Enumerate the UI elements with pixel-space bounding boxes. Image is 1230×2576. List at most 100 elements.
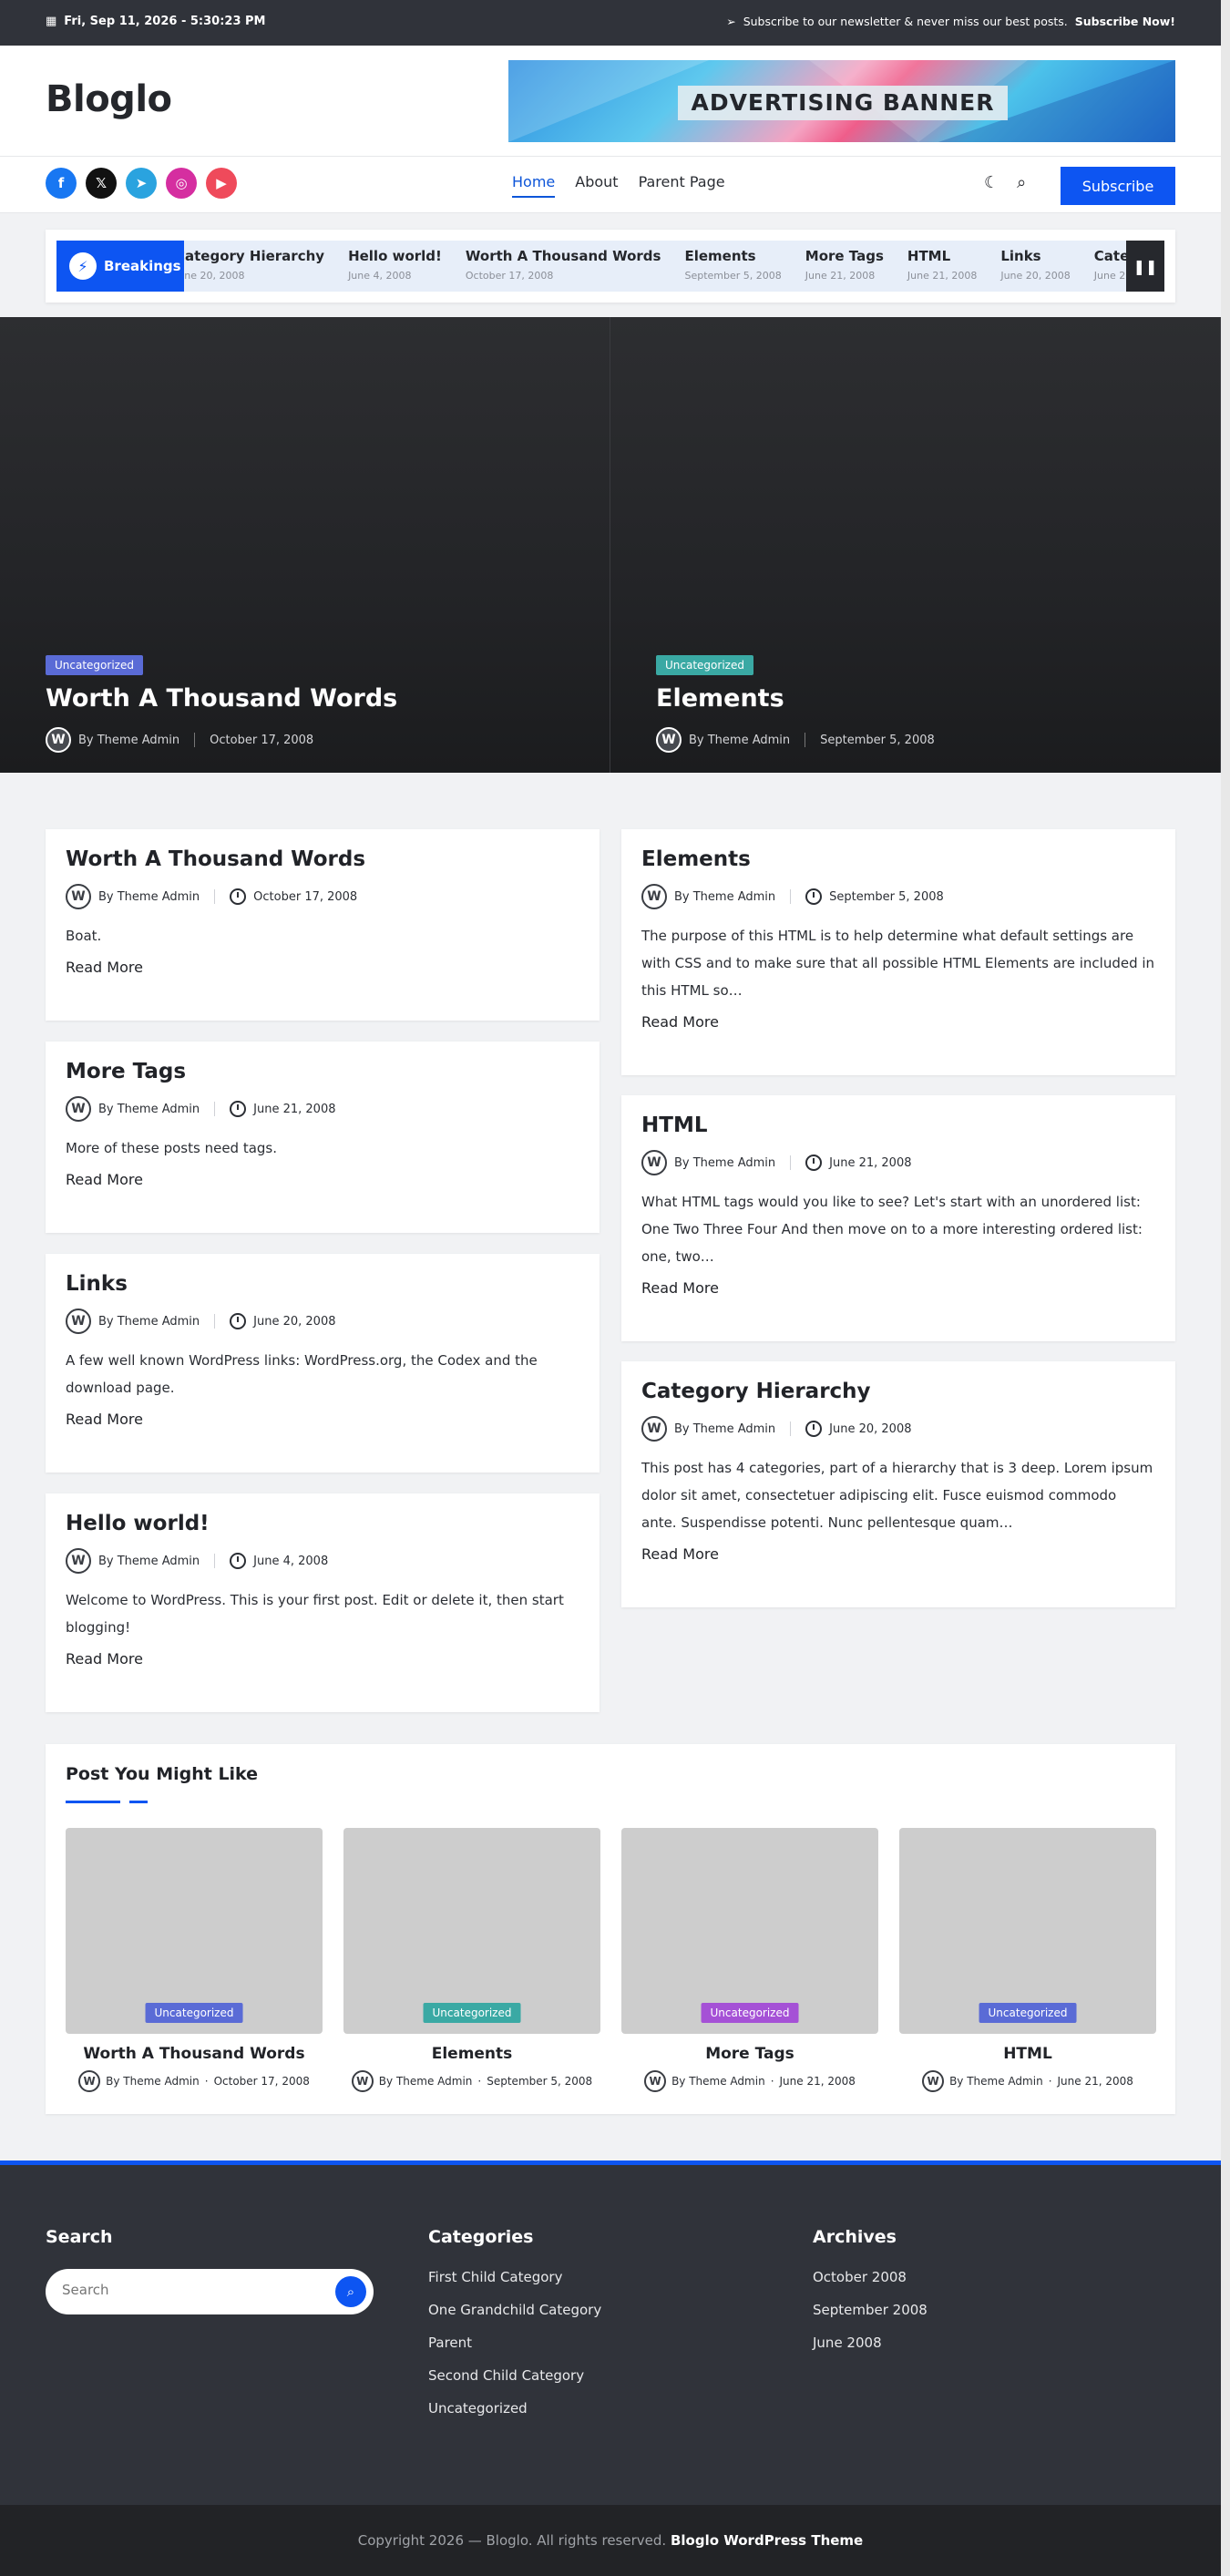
related-card[interactable]: Uncategorized Elements W By Theme Admin · Sep…	[343, 1828, 600, 2092]
category-badge[interactable]: Uncategorized	[656, 655, 753, 675]
post-author[interactable]: By Theme Admin	[98, 890, 200, 904]
ticker-pause-button[interactable]: ❚❚	[1126, 241, 1164, 292]
menu-item-home[interactable]: Home	[512, 173, 556, 198]
hero-author[interactable]: By Theme Admin	[689, 734, 790, 747]
author-avatar-icon: W	[351, 2070, 374, 2092]
read-more-link[interactable]: Read More	[66, 1411, 143, 1428]
ticker-item-date: June 20, 2008	[1000, 270, 1071, 282]
dark-mode-toggle-icon[interactable]: ☾	[984, 173, 999, 192]
ticker-item[interactable]: Worth A Thousand Words October 17, 2008	[466, 248, 661, 282]
newsletter-notice: ➢ Subscribe to our newsletter & never mi…	[726, 15, 1175, 28]
social-links: f 𝕏 ➤ ◎ ▶	[46, 168, 237, 199]
post-title[interactable]: HTML	[641, 1114, 1155, 1137]
menu-item-about[interactable]: About	[575, 173, 618, 198]
related-meta: W By Theme Admin · June 21, 2008	[899, 2070, 1156, 2092]
instagram-icon[interactable]: ◎	[166, 168, 197, 199]
hero-author[interactable]: By Theme Admin	[78, 734, 179, 747]
read-more-link[interactable]: Read More	[66, 1650, 143, 1668]
archive-link[interactable]: October 2008	[813, 2269, 928, 2285]
post-title[interactable]: Links	[66, 1272, 579, 1296]
ticker-item[interactable]: HTML June 21, 2008	[907, 248, 977, 282]
x-twitter-icon[interactable]: 𝕏	[86, 168, 117, 199]
post-author[interactable]: By Theme Admin	[674, 1422, 775, 1436]
site-logo[interactable]: Bloglo	[46, 78, 172, 120]
post-date: June 4, 2008	[253, 1554, 329, 1568]
subscribe-button[interactable]: Subscribe	[1061, 167, 1175, 205]
meta-divider	[790, 1155, 792, 1170]
post-author[interactable]: By Theme Admin	[98, 1555, 200, 1568]
category-badge[interactable]: Uncategorized	[423, 2003, 521, 2023]
related-meta: W By Theme Admin · September 5, 2008	[343, 2070, 600, 2092]
category-link[interactable]: Uncategorized	[428, 2400, 601, 2417]
related-author[interactable]: By Theme Admin	[106, 2075, 200, 2088]
ticker-item-title: HTML	[907, 248, 951, 264]
category-badge[interactable]: Uncategorized	[145, 2003, 243, 2023]
hero-title[interactable]: Worth A Thousand Words	[46, 684, 397, 713]
search-icon[interactable]: ⌕	[1017, 173, 1026, 192]
hero-slide[interactable]: Uncategorized Worth A Thousand Words W By T…	[0, 317, 610, 773]
archive-link[interactable]: June 2008	[813, 2335, 928, 2351]
post-title[interactable]: Worth A Thousand Words	[66, 847, 579, 871]
footer-search-input[interactable]	[62, 2282, 317, 2298]
facebook-icon[interactable]: f	[46, 168, 77, 199]
category-badge[interactable]: Uncategorized	[701, 2003, 799, 2023]
post-author[interactable]: By Theme Admin	[674, 1156, 775, 1170]
ticker-item-date: September 5, 2008	[684, 270, 782, 282]
author-avatar-icon: W	[66, 1548, 91, 1574]
ticker-item[interactable]: Elements September 5, 2008	[684, 248, 781, 282]
subscribe-now-link[interactable]: Subscribe Now!	[1075, 15, 1175, 28]
archive-link[interactable]: September 2008	[813, 2302, 928, 2318]
read-more-link[interactable]: Read More	[66, 1171, 143, 1188]
related-date: June 21, 2008	[779, 2075, 856, 2088]
related-card[interactable]: Uncategorized HTML W By Theme Admin · June 21…	[899, 1828, 1156, 2092]
ticker-item[interactable]: Category Hierarchy June 20, 2008	[175, 248, 324, 282]
category-link[interactable]: One Grandchild Category	[428, 2302, 601, 2318]
related-author[interactable]: By Theme Admin	[671, 2075, 765, 2088]
related-author[interactable]: By Theme Admin	[949, 2075, 1043, 2088]
telegram-icon[interactable]: ➤	[126, 168, 157, 199]
related-title[interactable]: More Tags	[621, 2045, 878, 2063]
hero-slide[interactable]: Uncategorized Elements W By Theme Admin Sept…	[610, 317, 1221, 773]
menu-item-parent-page[interactable]: Parent Page	[639, 173, 725, 198]
ticker-item[interactable]: More Tags June 21, 2008	[805, 248, 884, 282]
hero-title[interactable]: Elements	[656, 684, 935, 713]
search-submit-icon[interactable]: ⌕	[335, 2276, 366, 2307]
post-title[interactable]: More Tags	[66, 1060, 579, 1083]
read-more-link[interactable]: Read More	[66, 959, 143, 976]
category-badge[interactable]: Uncategorized	[979, 2003, 1077, 2023]
related-card[interactable]: Uncategorized Worth A Thousand Words W By T…	[66, 1828, 323, 2092]
advertising-banner[interactable]: ADVERTISING BANNER	[508, 60, 1175, 142]
related-thumbnail[interactable]: Uncategorized	[66, 1828, 323, 2034]
meta-divider	[214, 1314, 216, 1329]
related-card[interactable]: Uncategorized More Tags W By Theme Admin · Ju…	[621, 1828, 878, 2092]
related-date: September 5, 2008	[487, 2075, 593, 2088]
category-link[interactable]: Second Child Category	[428, 2367, 601, 2384]
youtube-icon[interactable]: ▶	[206, 168, 237, 199]
ticker-item[interactable]: Hello world! June 4, 2008	[348, 248, 442, 282]
category-link[interactable]: First Child Category	[428, 2269, 601, 2285]
related-title[interactable]: HTML	[899, 2045, 1156, 2063]
category-link[interactable]: Parent	[428, 2335, 601, 2351]
read-more-link[interactable]: Read More	[641, 1013, 719, 1031]
post-title[interactable]: Elements	[641, 847, 1155, 871]
breaking-label: ⚡ Breakings	[56, 241, 184, 292]
page-scrollbar[interactable]	[1221, 0, 1230, 2576]
related-thumbnail[interactable]: Uncategorized	[343, 1828, 600, 2034]
post-title[interactable]: Hello world!	[66, 1512, 579, 1535]
related-author[interactable]: By Theme Admin	[379, 2075, 473, 2088]
read-more-link[interactable]: Read More	[641, 1545, 719, 1563]
post-author[interactable]: By Theme Admin	[98, 1315, 200, 1329]
related-thumbnail[interactable]: Uncategorized	[899, 1828, 1156, 2034]
related-title[interactable]: Elements	[343, 2045, 600, 2063]
post-author[interactable]: By Theme Admin	[98, 1103, 200, 1116]
read-more-link[interactable]: Read More	[641, 1279, 719, 1297]
post-author[interactable]: By Theme Admin	[674, 890, 775, 904]
category-badge[interactable]: Uncategorized	[46, 655, 143, 675]
theme-link[interactable]: Bloglo WordPress Theme	[671, 2532, 863, 2549]
related-title[interactable]: Worth A Thousand Words	[66, 2045, 323, 2063]
post-title[interactable]: Category Hierarchy	[641, 1380, 1155, 1403]
ticker-item[interactable]: Links June 20, 2008	[1000, 248, 1070, 282]
ticker-item-date: June 20, 2008	[175, 270, 245, 282]
banner-text: ADVERTISING BANNER	[678, 86, 1008, 120]
related-thumbnail[interactable]: Uncategorized	[621, 1828, 878, 2034]
